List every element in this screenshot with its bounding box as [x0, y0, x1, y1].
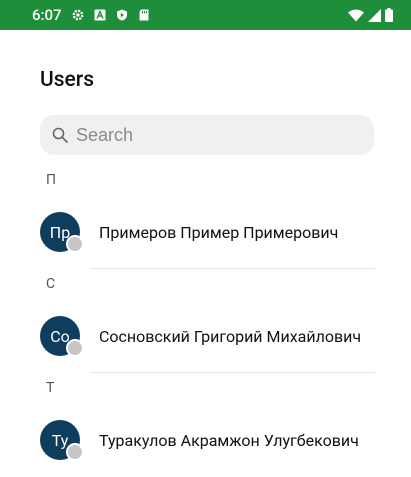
- search-input[interactable]: [76, 124, 336, 146]
- play-shield-icon: [116, 9, 127, 21]
- presence-indicator: [66, 339, 84, 357]
- gear-icon: [72, 9, 83, 21]
- sd-card-icon: [139, 9, 149, 21]
- wifi-icon: [348, 9, 364, 21]
- status-bar-right: [348, 8, 393, 22]
- list-item[interactable]: Пр Примеров Пример Примерович: [0, 206, 411, 258]
- search-icon: [52, 127, 68, 143]
- list-item[interactable]: Ту Туракулов Акрамжон Улугбекович: [0, 414, 411, 466]
- battery-icon: [385, 8, 393, 22]
- presence-indicator: [66, 235, 84, 253]
- section-letter: Т: [46, 380, 55, 396]
- status-time: 6:07: [32, 6, 62, 24]
- presence-indicator: [66, 443, 84, 461]
- user-name: Примеров Пример Примерович: [99, 222, 339, 242]
- status-bar-left: 6:07: [32, 6, 150, 24]
- list-item[interactable]: Со Сосновский Григорий Михайлович: [0, 310, 411, 362]
- signal-icon: [368, 8, 381, 22]
- avatar-initials: Ту: [51, 430, 69, 450]
- section-letter: П: [46, 172, 56, 188]
- section-letter: С: [46, 276, 56, 292]
- page-title: Users: [40, 68, 95, 92]
- user-name: Сосновский Григорий Михайлович: [99, 326, 362, 346]
- a-icon: [94, 9, 106, 21]
- search-bar[interactable]: [40, 115, 374, 155]
- divider: [90, 372, 375, 373]
- divider: [90, 268, 375, 269]
- user-name: Туракулов Акрамжон Улугбекович: [99, 430, 359, 450]
- status-bar: 6:07: [0, 0, 411, 30]
